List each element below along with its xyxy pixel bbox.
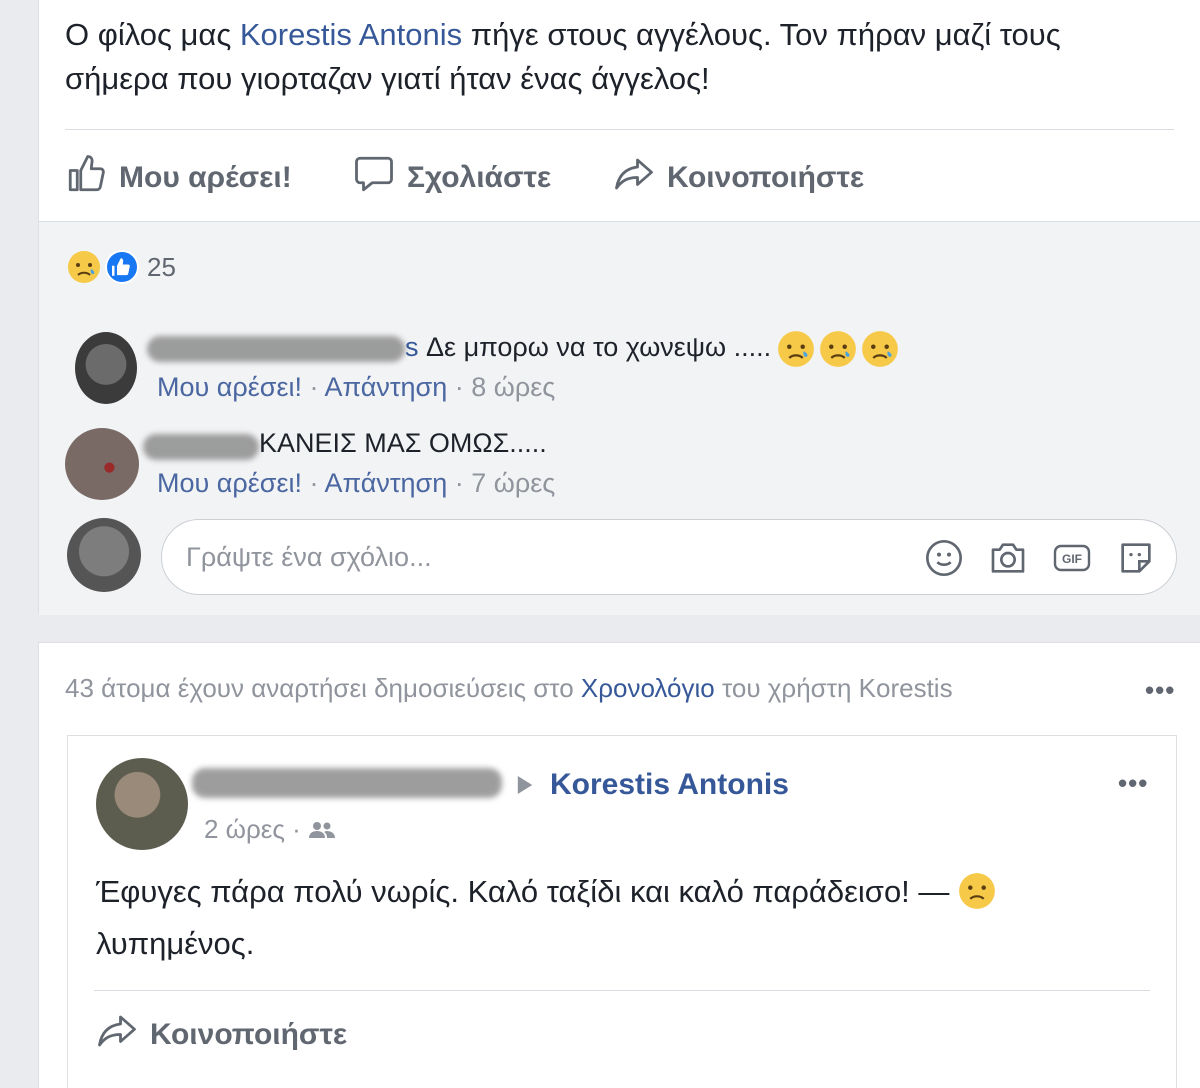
comment-time[interactable]: 8 ώρες [471, 372, 555, 402]
timeline-posts-card: 43 άτομα έχουν αναρτήσει δημοσιεύσεις στ… [38, 642, 1200, 1088]
comment-box: GIF [161, 519, 1177, 595]
camera-icon[interactable] [988, 538, 1028, 578]
target-user-link[interactable]: Korestis Antonis [550, 768, 789, 802]
comment-time[interactable]: 7 ώρες [471, 468, 555, 498]
poster-name-redacted[interactable] [192, 768, 502, 798]
commenter-name-redacted[interactable] [143, 434, 259, 460]
sad-emoji-icon [819, 330, 857, 373]
comment-text: s Δε μπορω να το χωνεψω ..... [405, 332, 771, 363]
friends-audience-icon[interactable] [308, 816, 336, 847]
shared-post: Korestis Antonis ••• 2 ώρες · Έφυγες πάρ… [67, 735, 1177, 1088]
avatar[interactable] [96, 758, 188, 850]
comment-meta: Μου αρέσει! · Απάντηση · 7 ώρες [157, 468, 556, 498]
commenter-name-redacted[interactable] [147, 336, 405, 362]
smiley-icon[interactable] [924, 538, 964, 578]
timeline-header-before: 43 άτομα έχουν αναρτήσει δημοσιεύσεις στ… [65, 673, 581, 703]
share-label: Κοινοποιήστε [150, 1018, 348, 1051]
shared-post-text: Έφυγες πάρα πολύ νωρίς. Καλό ταξίδι και … [96, 870, 1096, 966]
tagged-user-link[interactable]: Korestis Antonis [240, 17, 462, 52]
timeline-link[interactable]: Χρονολόγιο [581, 673, 715, 703]
share-button[interactable]: Κοινοποιήστε [96, 1010, 347, 1060]
share-label: Κοινοποιήστε [667, 161, 865, 194]
like-button[interactable]: Μου αρέσει! [65, 153, 292, 203]
timeline-header: 43 άτομα έχουν αναρτήσει δημοσιεύσεις στ… [65, 673, 953, 704]
comment-like-link[interactable]: Μου αρέσει! [157, 372, 302, 402]
like-reaction-icon[interactable] [105, 250, 139, 284]
divider [94, 990, 1150, 991]
reaction-count[interactable]: 25 [147, 252, 176, 283]
feeling-text: λυπημένος. [96, 926, 255, 961]
share-arrow-icon [96, 1010, 150, 1060]
thumbs-up-icon [65, 153, 119, 203]
sad-emoji-icon [777, 330, 815, 373]
speech-bubble-icon [353, 153, 407, 203]
post-text-before: Ο φίλος μας [65, 17, 240, 52]
sticker-icon[interactable] [1116, 538, 1156, 578]
like-label: Μου αρέσει! [119, 161, 292, 194]
shared-text-body: Έφυγες πάρα πολύ νωρίς. Καλό ταξίδι και … [96, 874, 959, 909]
sad-emoji-icon [861, 330, 899, 373]
comment-text: ΚΑΝΕΙΣ ΜΑΣ ΟΜΩΣ..... [259, 428, 547, 458]
comment-label: Σχολιάστε [407, 161, 552, 194]
share-button[interactable]: Κοινοποιήστε [613, 153, 864, 203]
sad-feeling-icon [958, 872, 996, 922]
timeline-header-after: του χρήστη Korestis [714, 673, 953, 703]
comment-like-link[interactable]: Μου αρέσει! [157, 468, 302, 498]
comment-meta: Μου αρέσει! · Απάντηση · 8 ώρες [157, 372, 556, 402]
sad-emoji-icon[interactable] [67, 250, 101, 284]
share-arrow-icon [613, 153, 667, 203]
comment-body: Δε μπορω να το χωνεψω ..... [418, 332, 772, 362]
post-time[interactable]: 2 ώρες [204, 814, 285, 844]
comment-emojis [777, 330, 899, 373]
comment-button[interactable]: Σχολιάστε [353, 153, 551, 203]
caret-right-icon [516, 774, 534, 801]
post-text: Ο φίλος μας Korestis Antonis πήγε στους … [65, 13, 1145, 101]
avatar[interactable] [65, 428, 139, 500]
more-options-button[interactable]: ••• [1145, 675, 1175, 706]
post-meta: 2 ώρες · [204, 814, 336, 847]
comment-reply-link[interactable]: Απάντηση [325, 372, 448, 402]
gif-icon[interactable]: GIF [1052, 538, 1092, 578]
comment-input[interactable] [186, 520, 886, 594]
divider [65, 129, 1174, 130]
post-card: Ο φίλος μας Korestis Antonis πήγε στους … [38, 0, 1200, 615]
avatar[interactable] [75, 332, 137, 404]
comment-name-suffix: s [405, 332, 419, 362]
avatar[interactable] [67, 518, 141, 592]
post-options-button[interactable]: ••• [1118, 768, 1148, 799]
comment-reply-link[interactable]: Απάντηση [325, 468, 448, 498]
gif-label: GIF [1062, 552, 1082, 566]
